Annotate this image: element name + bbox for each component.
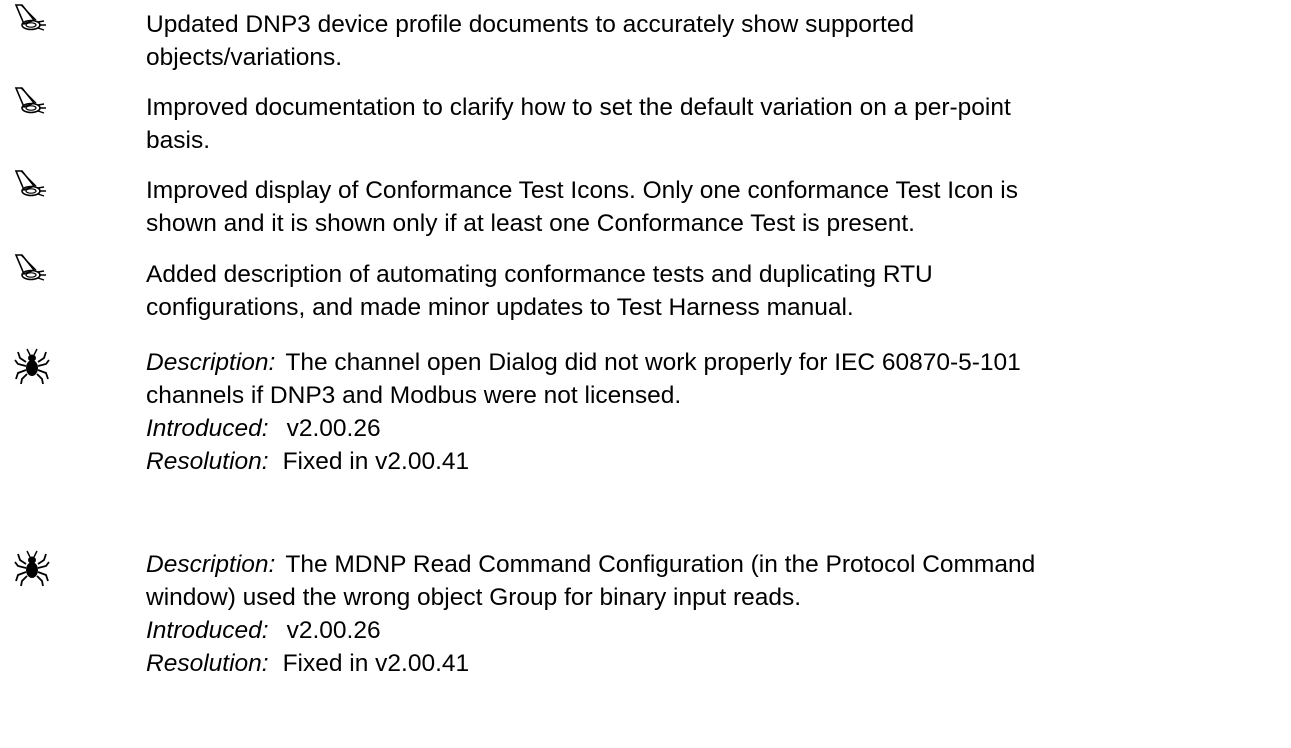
introduced-label: Introduced: bbox=[146, 617, 269, 644]
megaphone-icon bbox=[12, 168, 52, 208]
bug-icon bbox=[12, 346, 52, 386]
enhancement-text: Improved display of Conformance Test Ico… bbox=[146, 177, 1018, 237]
megaphone-icon bbox=[12, 85, 52, 125]
introduced-value: v2.00.26 bbox=[286, 415, 381, 442]
description-label: Description: bbox=[146, 551, 276, 578]
enhancement-text: Improved documentation to clarify how to… bbox=[146, 94, 1011, 154]
bug-text: Description: The channel open Dialog did … bbox=[146, 346, 1206, 478]
resolution-value: Fixed in v2.00.41 bbox=[282, 650, 470, 677]
description-text: window) used the wrong object Group for … bbox=[146, 584, 802, 611]
megaphone-icon bbox=[12, 2, 52, 42]
description-label: Description: bbox=[146, 349, 276, 376]
enhancement-text: Added description of automating conforma… bbox=[146, 261, 933, 321]
resolution-label: Resolution: bbox=[146, 650, 269, 677]
megaphone-icon bbox=[12, 252, 52, 292]
description-text: channels if DNP3 and Modbus were not lic… bbox=[146, 382, 682, 409]
resolution-value: Fixed in v2.00.41 bbox=[282, 448, 470, 475]
bug-text: Description: The MDNP Read Command Config… bbox=[146, 548, 1206, 680]
description-text: The channel open Dialog did not work pro… bbox=[285, 349, 1021, 376]
description-text: The MDNP Read Command Configuration (in … bbox=[285, 551, 1036, 578]
introduced-value: v2.00.26 bbox=[286, 617, 381, 644]
release-notes-page: Updated DNP3 device profile documents to… bbox=[0, 0, 1291, 748]
bug-icon bbox=[12, 548, 52, 588]
introduced-label: Introduced: bbox=[146, 415, 269, 442]
resolution-label: Resolution: bbox=[146, 448, 269, 475]
enhancement-text: Updated DNP3 device profile documents to… bbox=[146, 11, 915, 71]
